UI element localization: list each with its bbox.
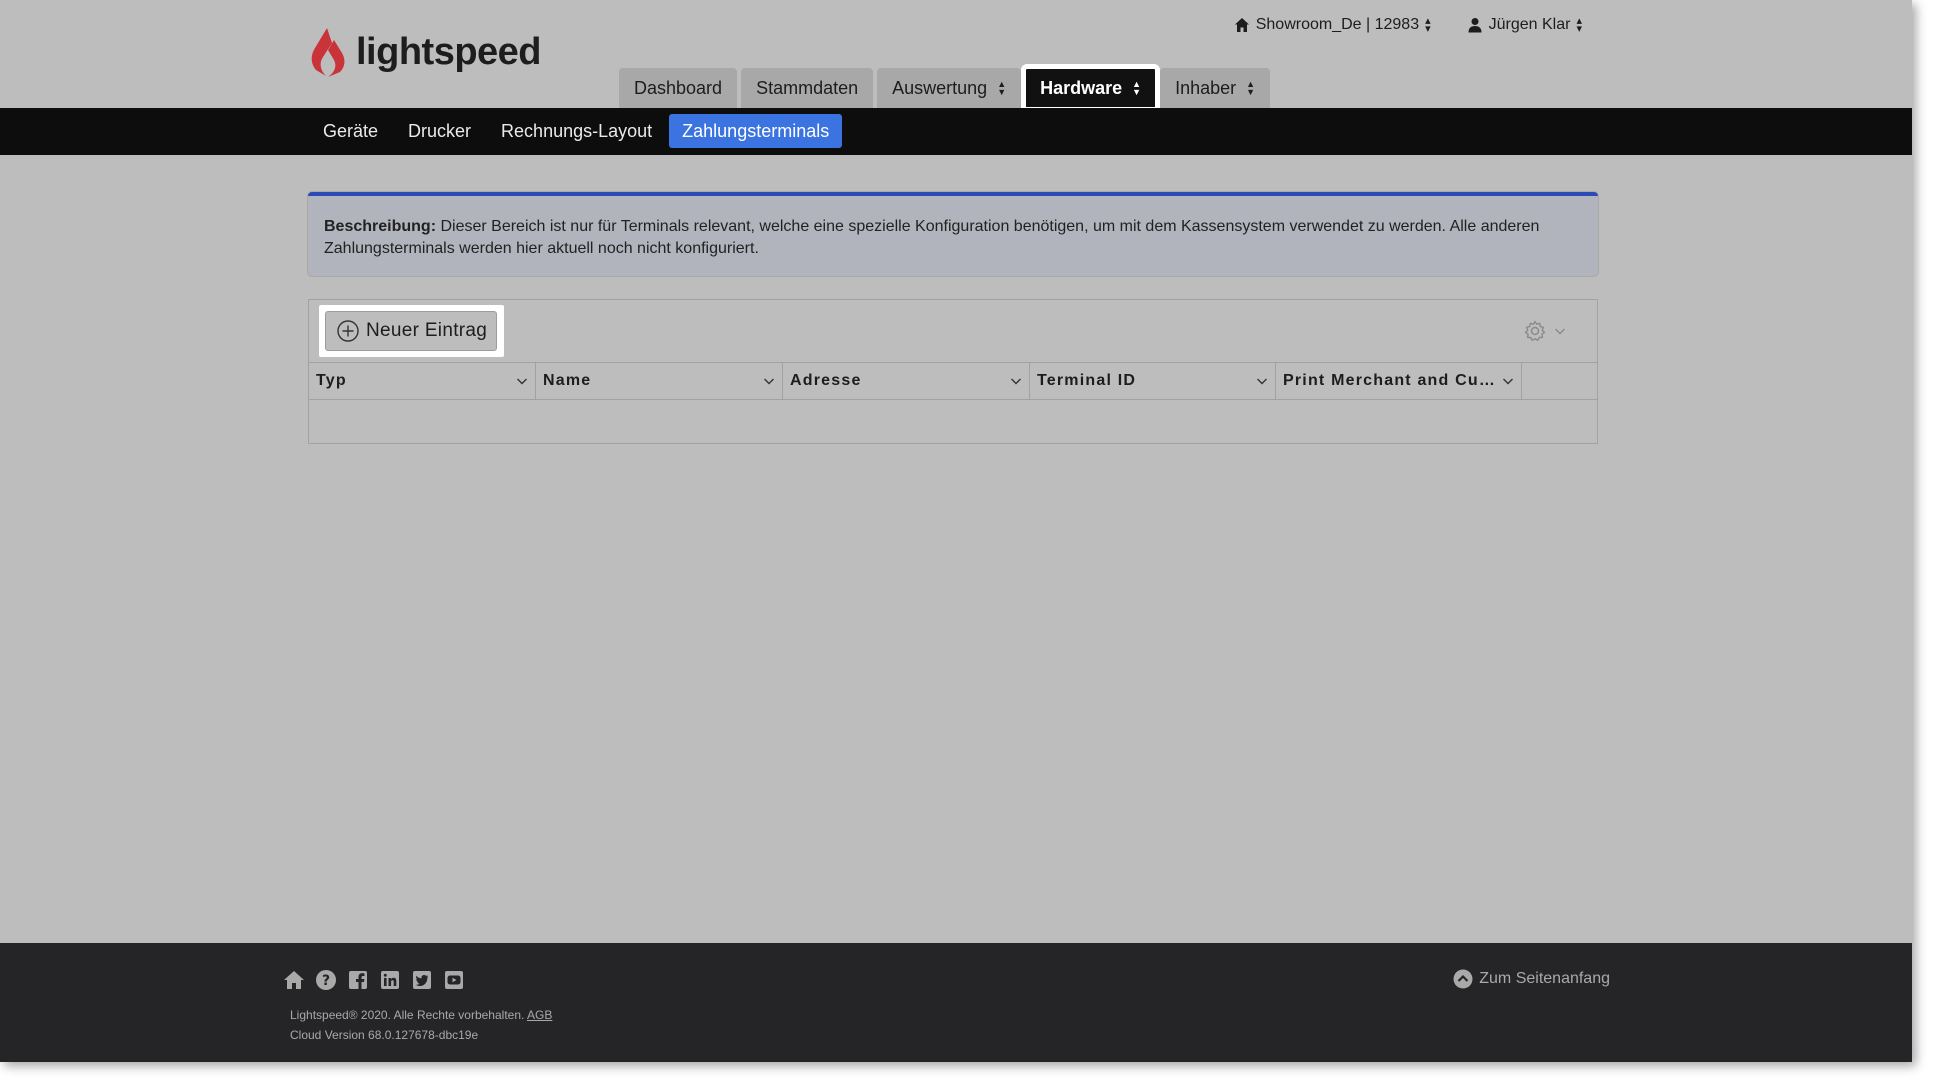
location-label: Showroom_De | 12983 xyxy=(1255,16,1420,33)
sort-caret-icon: ▲ ▼ xyxy=(1246,79,1256,97)
back-to-top-link[interactable]: Zum Seitenanfang xyxy=(1453,969,1610,989)
new-entry-button[interactable]: Neuer Eintrag xyxy=(325,311,497,351)
twitter-icon[interactable] xyxy=(411,969,433,991)
tab-label: Inhaber xyxy=(1175,77,1237,98)
sub-navigation: Geräte Drucker Rechnungs-Layout Zahlungs… xyxy=(0,108,1912,155)
column-header-print-receipt[interactable]: Print Merchant and Customer Receipt xyxy=(1276,363,1522,399)
svg-text:?: ? xyxy=(322,973,330,989)
copyright-text: Lightspeed® 2020. Alle Rechte vorbehalte… xyxy=(290,1008,525,1022)
user-menu[interactable]: Jürgen Klar ▴ ▾ xyxy=(1467,15,1582,35)
sort-caret-icon: ▴ ▾ xyxy=(1425,15,1431,35)
account-bar: Showroom_De | 12983 ▴ ▾ Jürgen Klar ▴ ▾ xyxy=(1234,15,1582,35)
subnav-item-geraete[interactable]: Geräte xyxy=(310,114,391,148)
chevron-down-icon xyxy=(1555,328,1565,335)
app-window: lightspeed Showroom_De | 12983 ▴ ▾ Jürgen… xyxy=(0,0,1912,1062)
back-to-top-label: Zum Seitenanfang xyxy=(1479,970,1610,987)
user-name: Jürgen Klar xyxy=(1488,16,1571,33)
description-label: Beschreibung: xyxy=(324,218,437,235)
column-header-actions xyxy=(1522,363,1597,399)
subnav-item-zahlungsterminals[interactable]: Zahlungsterminals xyxy=(669,114,843,148)
location-selector[interactable]: Showroom_De | 12983 ▴ ▾ xyxy=(1234,15,1431,35)
footer: ? Lightspeed® 2020. Alle Rechte vorbehal… xyxy=(0,943,1912,1062)
version-text: Cloud Version 68.0.127678-dbc19e xyxy=(290,1028,479,1042)
brand-name: lightspeed xyxy=(356,30,542,73)
youtube-icon[interactable] xyxy=(443,969,465,991)
sort-caret-icon: ▴ ▾ xyxy=(1576,15,1582,35)
new-entry-label: Neuer Eintrag xyxy=(366,320,488,341)
chevron-up-circle-icon xyxy=(1453,969,1473,989)
tab-dashboard[interactable]: Dashboard xyxy=(619,68,738,108)
column-header-typ[interactable]: Typ xyxy=(309,363,536,399)
chevron-down-icon[interactable] xyxy=(1255,374,1269,388)
lightspeed-flame-icon xyxy=(311,28,345,77)
sort-caret-icon: ▲ ▼ xyxy=(997,79,1007,97)
tab-label: Dashboard xyxy=(634,77,723,98)
terminals-panel: Neuer Eintrag Typ Name Adresse Terminal … xyxy=(308,299,1598,444)
column-header-adresse[interactable]: Adresse xyxy=(783,363,1030,399)
chevron-down-icon[interactable] xyxy=(1501,374,1515,388)
tab-label: Stammdaten xyxy=(756,77,859,98)
facebook-icon[interactable] xyxy=(347,969,369,991)
tab-stammdaten[interactable]: Stammdaten xyxy=(741,68,874,108)
help-icon[interactable]: ? xyxy=(315,969,337,991)
copyright-block: Lightspeed® 2020. Alle Rechte vorbehalte… xyxy=(290,1005,552,1045)
description-text: Dieser Bereich ist nur für Terminals rel… xyxy=(324,218,1540,257)
subnav-item-drucker[interactable]: Drucker xyxy=(395,114,484,148)
plus-circle-icon xyxy=(337,320,359,342)
subnav-item-rechnungs-layout[interactable]: Rechnungs-Layout xyxy=(488,114,665,148)
chevron-down-icon[interactable] xyxy=(762,374,776,388)
footer-icon-links: ? xyxy=(283,969,465,991)
column-header-terminal-id[interactable]: Terminal ID xyxy=(1030,363,1276,399)
tab-auswertung[interactable]: Auswertung ▲ ▼ xyxy=(877,68,1022,108)
new-entry-highlight: Neuer Eintrag xyxy=(319,305,504,357)
chevron-down-icon[interactable] xyxy=(515,374,529,388)
column-header-name[interactable]: Name xyxy=(536,363,783,399)
tab-label: Auswertung xyxy=(892,77,988,98)
column-title: Name xyxy=(543,372,592,389)
tab-hardware[interactable]: Hardware ▲ ▼ xyxy=(1021,64,1161,112)
column-title: Adresse xyxy=(790,372,862,389)
linkedin-icon[interactable] xyxy=(379,969,401,991)
table-settings-menu[interactable] xyxy=(1523,319,1567,343)
tab-label: Hardware xyxy=(1040,77,1123,98)
user-icon xyxy=(1468,18,1482,33)
agb-link[interactable]: AGB xyxy=(527,1008,552,1022)
table-header: Typ Name Adresse Terminal ID Print Merch… xyxy=(309,362,1597,400)
column-title: Terminal ID xyxy=(1037,372,1137,389)
tab-inhaber[interactable]: Inhaber ▲ ▼ xyxy=(1160,68,1271,108)
header: lightspeed Showroom_De | 12983 ▴ ▾ Jürgen… xyxy=(0,0,1912,112)
main-tabs: Dashboard Stammdaten Auswertung ▲ ▼ Hardw… xyxy=(619,64,1271,112)
brand-logo[interactable]: lightspeed xyxy=(310,26,542,78)
sort-caret-icon: ▲ ▼ xyxy=(1132,79,1142,97)
chevron-down-icon[interactable] xyxy=(1009,374,1023,388)
gear-icon xyxy=(1524,320,1546,341)
column-title: Print Merchant and Customer Receipt xyxy=(1283,372,1501,389)
home-icon xyxy=(1234,18,1249,32)
column-title: Typ xyxy=(316,372,347,389)
description-box: Beschreibung: Dieser Bereich ist nur für… xyxy=(308,192,1598,276)
home-icon[interactable] xyxy=(283,969,305,991)
